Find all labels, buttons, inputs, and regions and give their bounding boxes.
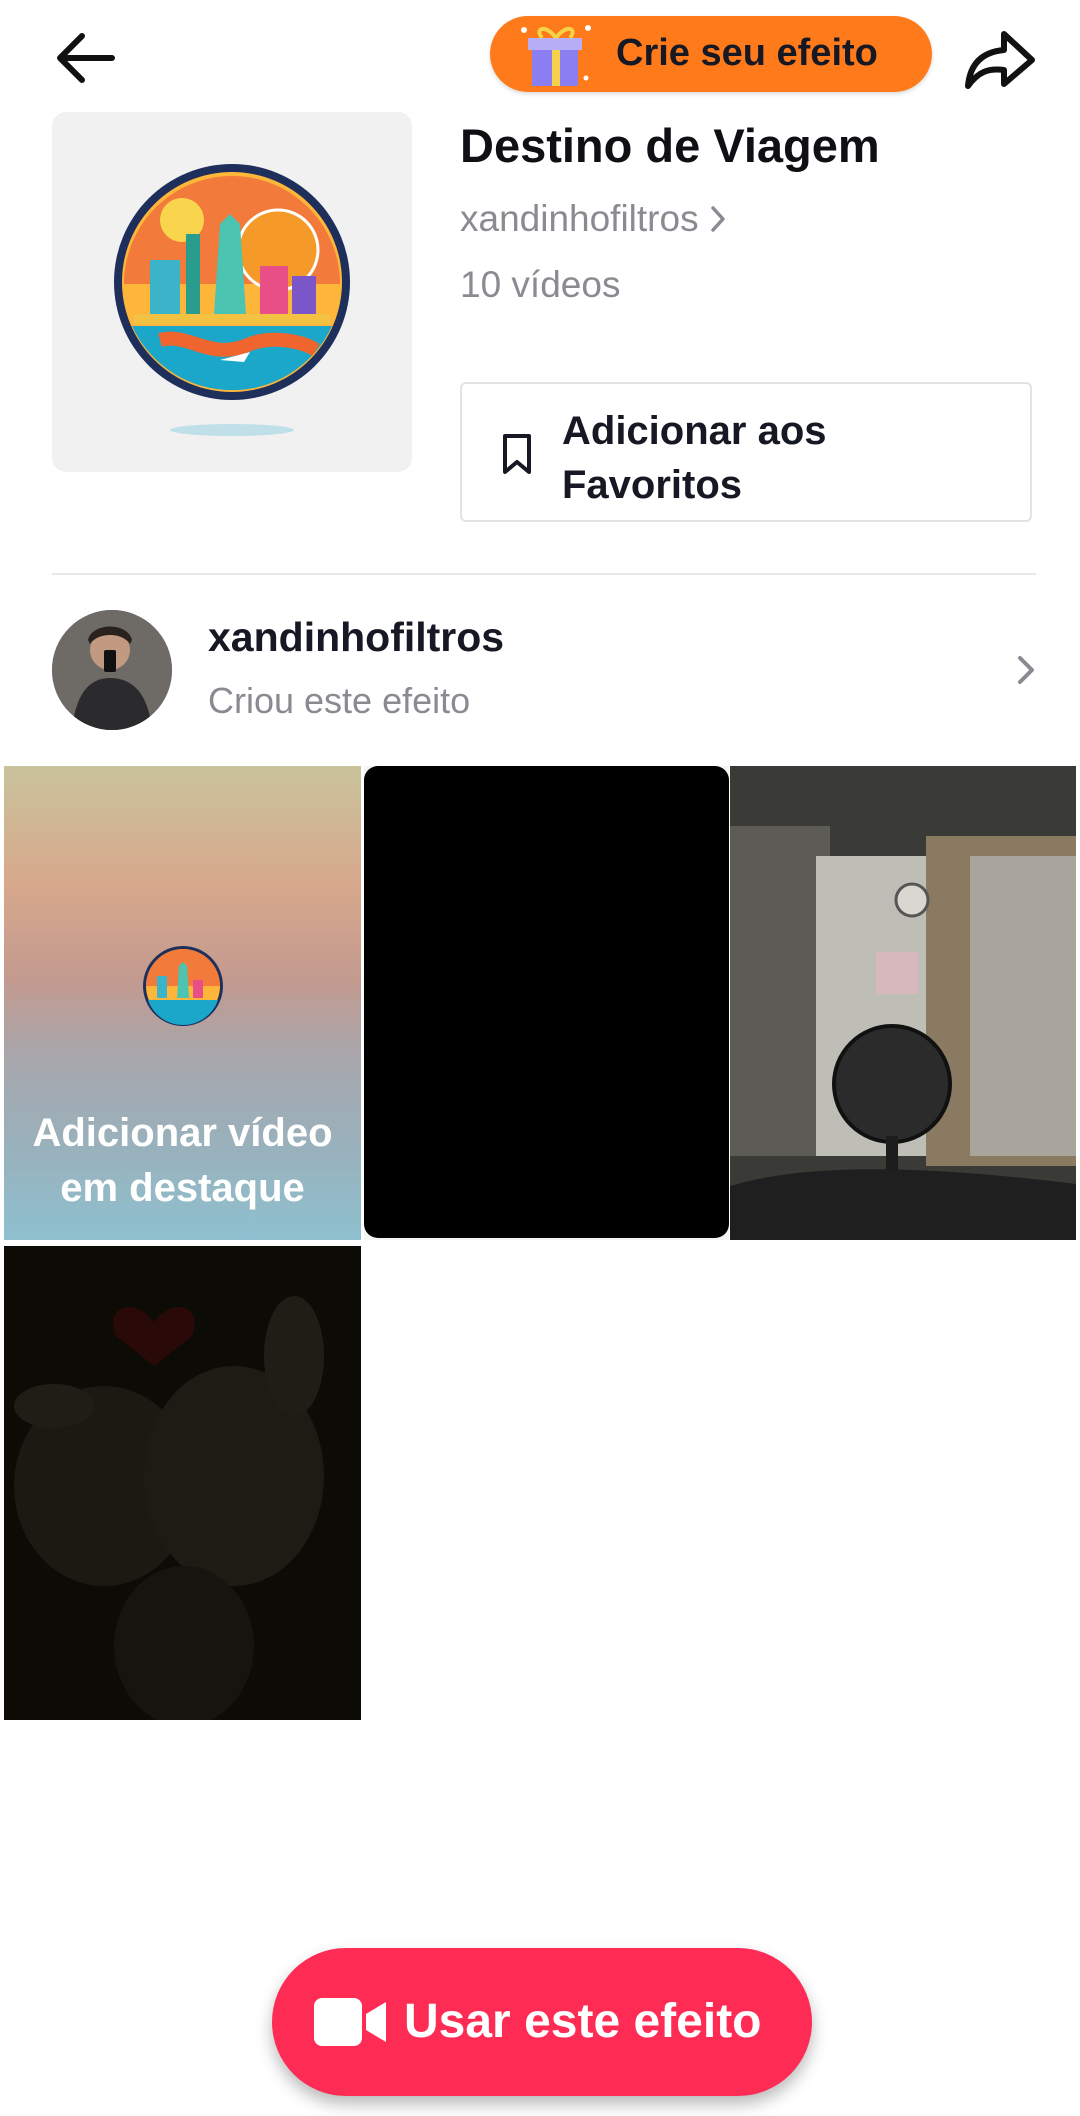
bookmark-icon (503, 434, 531, 474)
section-divider (52, 573, 1036, 575)
video-thumbnail[interactable] (730, 766, 1076, 1240)
gift-icon (521, 25, 591, 86)
avatar-image (52, 610, 172, 730)
effect-title: Destino de Viagem (460, 119, 880, 172)
use-effect-label: Usar este efeito (404, 1995, 762, 2048)
arrow-left-icon (57, 33, 115, 83)
add-to-favorites-button[interactable]: Adicionar aos Favoritos (460, 382, 1032, 522)
back-button[interactable] (52, 24, 132, 94)
video-count: 10 vídeos (460, 264, 621, 305)
creator-row[interactable]: xandinhofiltros Criou este efeito (0, 600, 1080, 740)
video-thumbnail[interactable] (4, 1246, 361, 1720)
travel-destination-logo (114, 164, 350, 400)
create-effect-label: Crie seu efeito (616, 32, 878, 74)
chevron-right-icon (1018, 656, 1034, 684)
creator-link[interactable]: xandinhofiltros (460, 198, 727, 240)
share-arrow-icon (965, 31, 1035, 89)
travel-destination-logo (143, 946, 223, 1026)
creator-name: xandinhofiltros (208, 614, 505, 660)
effect-thumbnail (52, 112, 412, 472)
create-effect-button[interactable]: Crie seu efeito (490, 16, 932, 92)
video-camera-icon (314, 1998, 386, 2046)
add-to-favorites-label: Adicionar aos Favoritos (562, 409, 827, 507)
room-fan-image (730, 766, 1076, 1240)
chevron-right-icon (710, 206, 725, 232)
creator-link-label: xandinhofiltros (460, 198, 699, 239)
video-thumbnail-black (364, 766, 729, 1238)
add-featured-video-tile[interactable]: Adicionar vídeo em destaque (4, 766, 361, 1240)
rabbits-image (4, 1246, 361, 1720)
share-button[interactable] (960, 20, 1040, 100)
add-featured-video-label: Adicionar vídeo em destaque (32, 1111, 333, 1210)
avatar[interactable] (52, 610, 172, 730)
use-effect-button[interactable]: Usar este efeito (272, 1948, 812, 2096)
video-thumbnail[interactable] (364, 766, 729, 1240)
creator-subtitle: Criou este efeito (208, 680, 471, 721)
